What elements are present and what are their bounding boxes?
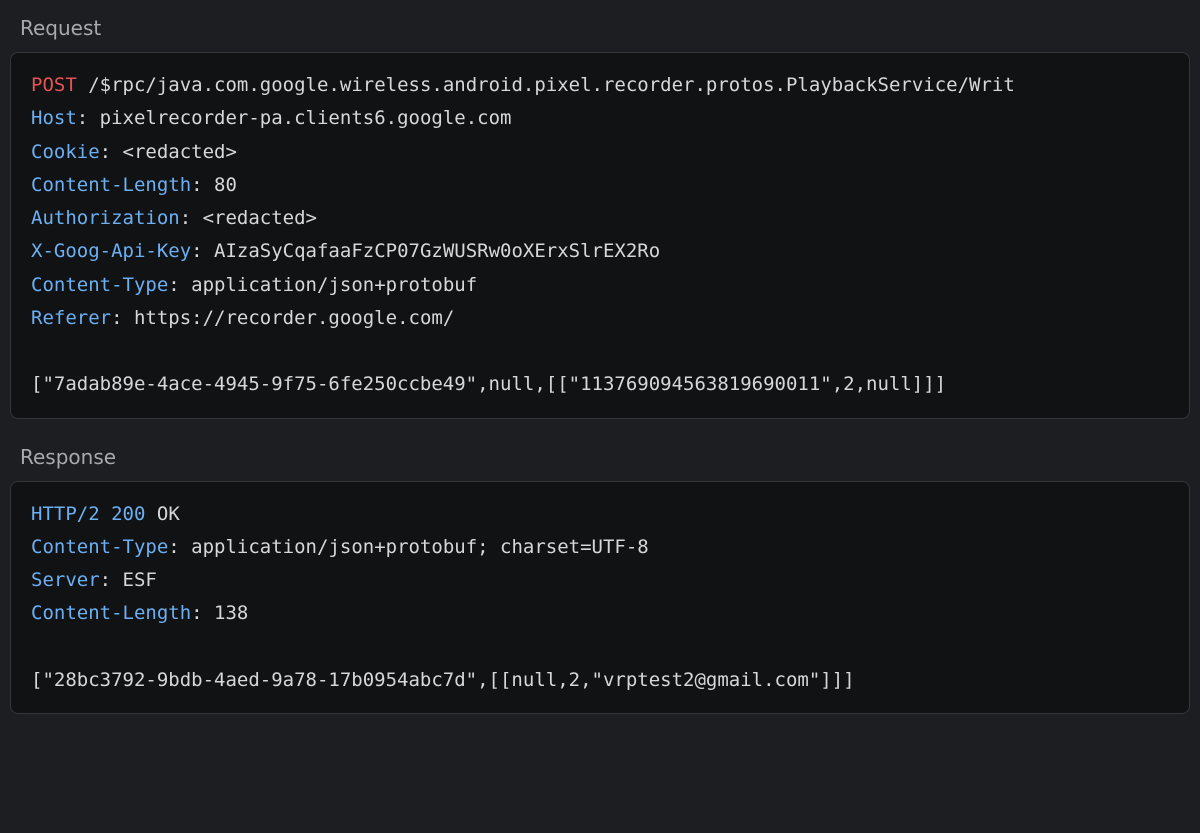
response-body: ["28bc3792-9bdb-4aed-9a78-17b0954abc7d",…: [31, 669, 855, 691]
request-header-value: pixelrecorder-pa.clients6.google.com: [100, 107, 512, 129]
request-header-name: Content-Length: [31, 174, 191, 196]
request-title: Request: [10, 10, 1190, 52]
request-header-name: Cookie: [31, 141, 100, 163]
request-panel[interactable]: POST /$rpc/java.com.google.wireless.andr…: [10, 52, 1190, 419]
request-header-name: Host: [31, 107, 77, 129]
request-header-value: application/json+protobuf: [191, 274, 477, 296]
response-status-text: OK: [157, 503, 180, 525]
request-header-name: Authorization: [31, 207, 180, 229]
request-header-value: <redacted>: [203, 207, 317, 229]
response-header-value: application/json+protobuf; charset=UTF-8: [191, 536, 649, 558]
response-header-name: Content-Type: [31, 536, 168, 558]
response-title: Response: [10, 439, 1190, 481]
request-path: /$rpc/java.com.google.wireless.android.p…: [88, 74, 1015, 96]
response-protocol: HTTP/2: [31, 503, 100, 525]
request-header-name: Content-Type: [31, 274, 168, 296]
request-method: POST: [31, 74, 77, 96]
request-header-value: https://recorder.google.com/: [134, 307, 454, 329]
request-header-value: 80: [214, 174, 237, 196]
response-header-name: Server: [31, 569, 100, 591]
request-header-value: AIzaSyCqafaaFzCP07GzWUSRw0oXErxSlrEX2Ro: [214, 240, 660, 262]
request-header-value: <redacted>: [123, 141, 237, 163]
response-header-value: ESF: [123, 569, 157, 591]
response-header-name: Content-Length: [31, 602, 191, 624]
response-status-code: 200: [111, 503, 145, 525]
response-header-value: 138: [214, 602, 248, 624]
request-header-name: X-Goog-Api-Key: [31, 240, 191, 262]
request-header-name: Referer: [31, 307, 111, 329]
request-body: ["7adab89e-4ace-4945-9f75-6fe250ccbe49",…: [31, 373, 946, 395]
response-panel[interactable]: HTTP/2 200 OK Content-Type: application/…: [10, 481, 1190, 715]
